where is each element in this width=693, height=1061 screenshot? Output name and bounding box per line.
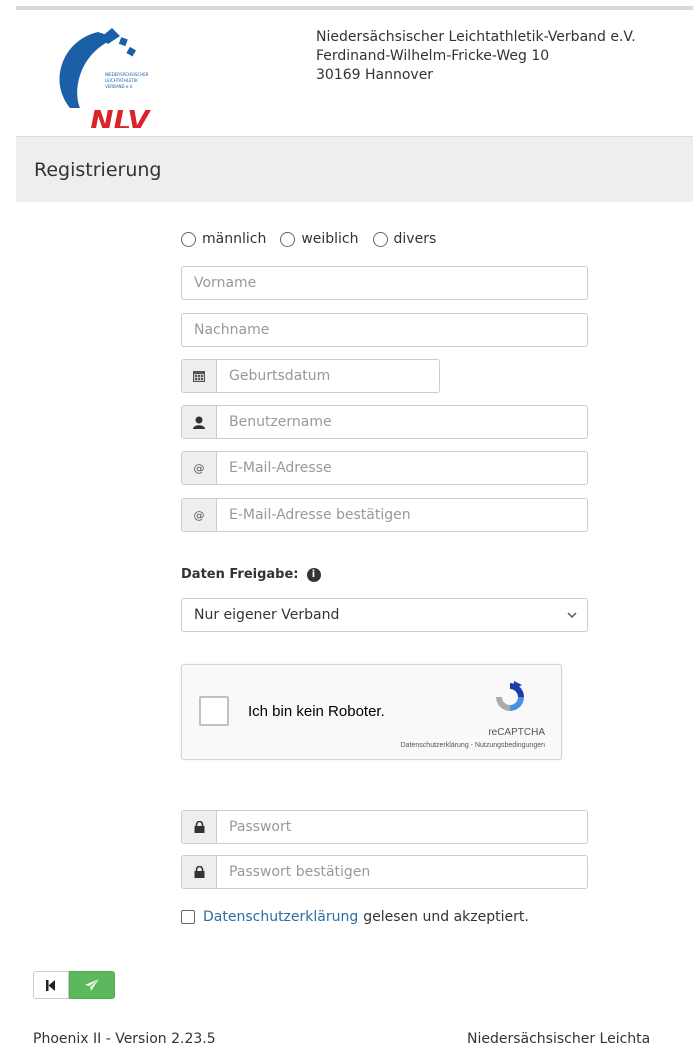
at-sign-icon: @: [182, 499, 217, 531]
form-nav-buttons: [33, 971, 115, 999]
calendar-icon: [182, 360, 217, 392]
radio-circle[interactable]: [280, 231, 296, 247]
gender-label-male: männlich: [202, 231, 267, 247]
email-confirm-placeholder: E-Mail-Adresse bestätigen: [229, 507, 411, 523]
radio-circle[interactable]: [372, 231, 388, 247]
lock-icon: [182, 811, 217, 843]
password-confirm-input[interactable]: Passwort bestätigen: [181, 855, 588, 889]
info-circle-icon[interactable]: i: [306, 567, 321, 582]
privacy-consent-text: gelesen und akzeptiert.: [363, 909, 529, 925]
submit-button[interactable]: [69, 971, 115, 999]
recaptcha-checkbox[interactable]: [199, 696, 229, 726]
gender-radio-male[interactable]: männlich: [181, 231, 266, 247]
page-title-bar: Registrierung: [16, 136, 693, 202]
last-name-input[interactable]: Nachname: [181, 313, 588, 347]
email-placeholder: E-Mail-Adresse: [229, 460, 332, 476]
org-street: Ferdinand-Wilhelm-Fricke-Weg 10: [316, 48, 550, 64]
page-header: NLV NIEDERSÄCHSISCHER LEICHTATHLETIK VER…: [0, 10, 693, 137]
recaptcha-logo-icon: [492, 679, 528, 719]
data-sharing-select[interactable]: Nur eigener Verband: [181, 598, 588, 632]
gender-radio-diverse[interactable]: divers: [372, 231, 437, 247]
password-confirm-placeholder: Passwort bestätigen: [229, 864, 371, 880]
birthdate-placeholder: Geburtsdatum: [229, 368, 331, 384]
username-input[interactable]: Benutzername: [181, 405, 588, 439]
privacy-policy-link[interactable]: Datenschutzerklärung: [203, 909, 358, 925]
gender-radio-group: männlich weiblich divers: [181, 228, 450, 250]
svg-text:LEICHTATHLETIK: LEICHTATHLETIK: [105, 78, 138, 83]
privacy-checkbox[interactable]: [181, 910, 195, 924]
gender-label-diverse: divers: [393, 231, 437, 247]
last-name-placeholder: Nachname: [194, 322, 270, 338]
radio-circle[interactable]: [181, 231, 196, 247]
password-input[interactable]: Passwort: [181, 810, 588, 844]
email-input[interactable]: @ E-Mail-Adresse: [181, 451, 588, 485]
username-placeholder: Benutzername: [229, 414, 332, 430]
organization-address: Niedersächsischer Leichtathletik-Verband…: [316, 28, 636, 85]
svg-text:NIEDERSÄCHSISCHER: NIEDERSÄCHSISCHER: [105, 72, 149, 77]
email-confirm-input[interactable]: @ E-Mail-Adresse bestätigen: [181, 498, 588, 532]
first-name-placeholder: Vorname: [194, 275, 257, 291]
step-backward-icon: [46, 976, 56, 995]
data-sharing-selected-value: Nur eigener Verband: [194, 607, 340, 623]
logo-text: NLV: [90, 104, 151, 128]
paper-plane-icon: [85, 976, 99, 995]
back-to-first-button[interactable]: [33, 971, 69, 999]
recaptcha-links[interactable]: Datenschutzerklärung - Nutzungsbedingung…: [401, 742, 545, 749]
org-city: 30169 Hannover: [316, 67, 434, 83]
gender-label-female: weiblich: [301, 231, 359, 247]
page-title: Registrierung: [34, 159, 162, 181]
data-sharing-label-text: Daten Freigabe:: [181, 567, 299, 582]
org-name: Niedersächsischer Leichtathletik-Verband…: [316, 29, 636, 45]
recaptcha-label: Ich bin kein Roboter.: [248, 703, 385, 720]
password-placeholder: Passwort: [229, 819, 292, 835]
footer-version: Phoenix II - Version 2.23.5: [33, 1031, 216, 1047]
privacy-consent: Datenschutzerklärung gelesen und akzepti…: [181, 909, 529, 925]
nlv-logo: NLV NIEDERSÄCHSISCHER LEICHTATHLETIK VER…: [50, 28, 175, 137]
birthdate-input[interactable]: Geburtsdatum: [181, 359, 440, 393]
svg-text:VERBAND e.V.: VERBAND e.V.: [105, 84, 133, 89]
at-sign-icon: @: [182, 452, 217, 484]
footer-org-name: Niedersächsischer Leichta: [467, 1031, 651, 1047]
data-sharing-label: Daten Freigabe: i: [181, 567, 321, 582]
recaptcha-widget: Ich bin kein Roboter. reCAPTCHA Datensch…: [181, 664, 562, 760]
recaptcha-brand: reCAPTCHA: [488, 727, 545, 738]
user-icon: [182, 406, 217, 438]
chevron-down-icon: [567, 607, 577, 623]
lock-icon: [182, 856, 217, 888]
gender-radio-female[interactable]: weiblich: [280, 231, 359, 247]
first-name-input[interactable]: Vorname: [181, 266, 588, 300]
